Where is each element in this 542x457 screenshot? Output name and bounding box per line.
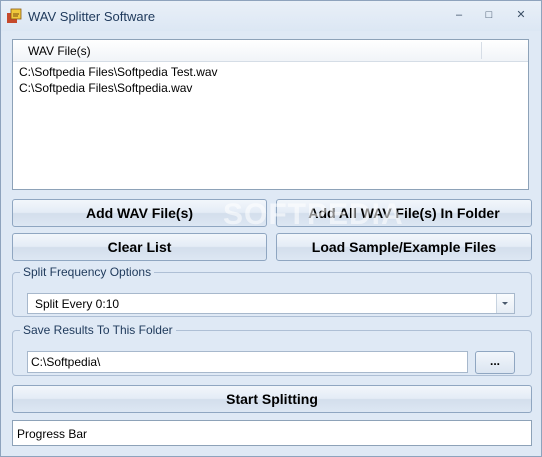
split-frequency-label: Split Frequency Options [20, 265, 155, 279]
window-title: WAV Splitter Software [28, 9, 156, 24]
app-window: WAV Splitter Software – □ ✕ WAV File(s) … [0, 0, 542, 457]
save-folder-value: C:\Softpedia\ [31, 355, 101, 369]
app-icon [7, 8, 22, 23]
column-divider[interactable] [481, 42, 482, 59]
browse-button[interactable]: ... [475, 351, 515, 374]
progress-label: Progress Bar [17, 427, 88, 441]
wav-file-list[interactable]: WAV File(s) C:\Softpedia Files\Softpedia… [12, 39, 529, 190]
list-column-header[interactable]: WAV File(s) [13, 40, 528, 62]
list-item[interactable]: C:\Softpedia Files\Softpedia.wav [13, 80, 528, 96]
watermark: SOFTPEDIA [223, 198, 404, 231]
split-frequency-group: Split Frequency Options Split Every 0:10 [12, 265, 532, 317]
progress-bar: Progress Bar [12, 420, 532, 446]
close-button[interactable]: ✕ [510, 6, 532, 24]
save-folder-group: Save Results To This Folder C:\Softpedia… [12, 323, 532, 376]
column-header-label: WAV File(s) [28, 44, 91, 58]
minimize-button[interactable]: – [448, 6, 470, 24]
split-frequency-value: Split Every 0:10 [35, 297, 120, 311]
list-item[interactable]: C:\Softpedia Files\Softpedia Test.wav [13, 64, 528, 80]
split-frequency-select[interactable]: Split Every 0:10 [27, 293, 515, 314]
start-splitting-button[interactable]: Start Splitting [12, 385, 532, 413]
clear-list-button[interactable]: Clear List [12, 233, 267, 261]
save-folder-input[interactable]: C:\Softpedia\ [27, 351, 468, 373]
maximize-button[interactable]: □ [478, 6, 500, 24]
chevron-down-icon[interactable] [496, 294, 514, 313]
title-bar: WAV Splitter Software – □ ✕ [1, 1, 541, 31]
load-sample-button[interactable]: Load Sample/Example Files [276, 233, 532, 261]
save-folder-label: Save Results To This Folder [20, 323, 176, 337]
